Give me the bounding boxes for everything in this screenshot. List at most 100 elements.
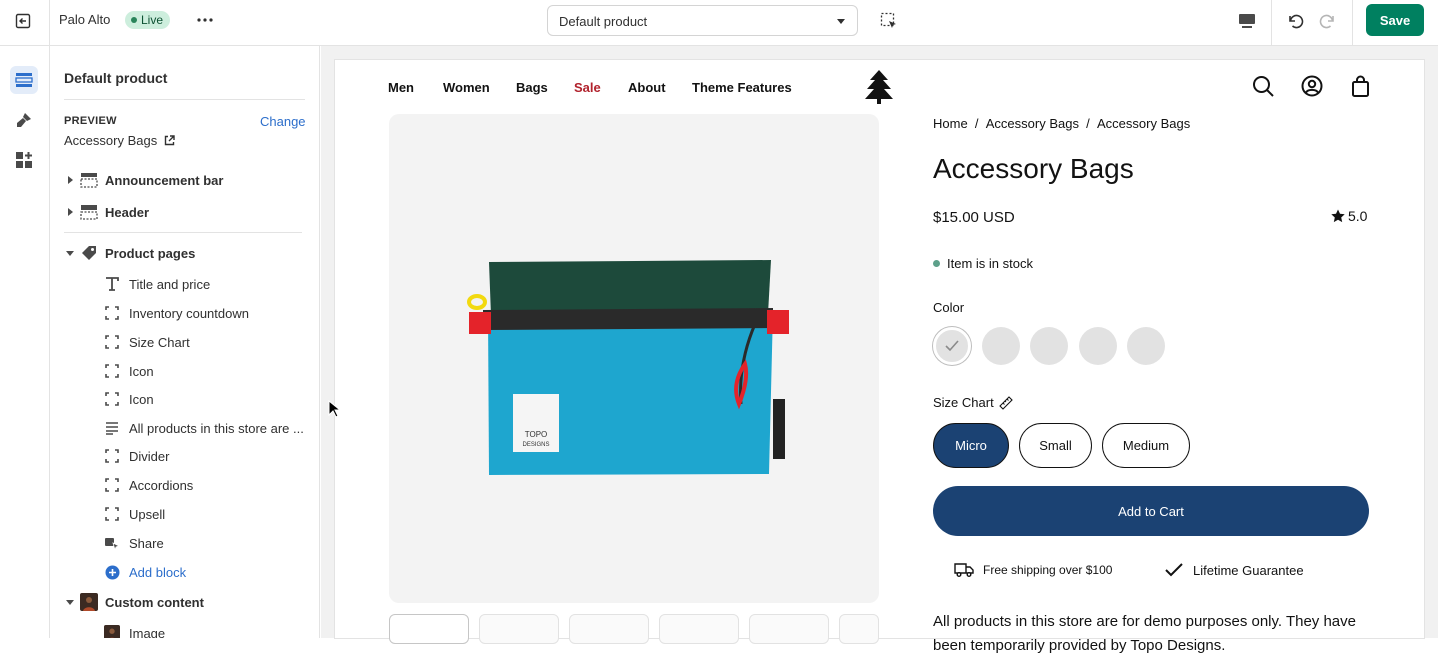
undo-icon[interactable]	[1283, 9, 1307, 33]
account-icon[interactable]	[1301, 75, 1323, 97]
editor-rail	[0, 46, 50, 638]
add-block-button[interactable]: Add block	[104, 560, 314, 584]
block-label: Accordions	[129, 477, 194, 493]
preview-label: PREVIEW	[64, 115, 117, 127]
stock-status: Item is in stock	[933, 256, 1033, 271]
section-label: Header	[105, 204, 150, 220]
block-inventory-countdown[interactable]: Inventory countdown	[104, 301, 314, 325]
section-custom-content[interactable]: Custom content	[64, 589, 204, 615]
size-option-medium[interactable]: Medium	[1102, 423, 1190, 468]
status-badge-label: Live	[141, 13, 164, 27]
block-label: Share	[129, 535, 164, 551]
block-label: Icon	[129, 391, 154, 407]
rating-value: 5.0	[1348, 208, 1368, 224]
search-icon[interactable]	[1252, 75, 1274, 97]
thumbnail[interactable]	[389, 614, 469, 644]
color-swatch[interactable]	[982, 327, 1020, 365]
block-icon	[104, 448, 120, 464]
color-label: Color	[933, 300, 965, 315]
app-blocks-icon[interactable]	[10, 146, 38, 174]
nav-sale[interactable]: Sale	[574, 80, 601, 95]
perk-label: Free shipping over $100	[983, 563, 1113, 577]
section-announcement-bar[interactable]: Announcement bar	[64, 167, 223, 193]
block-text[interactable]: All products in this store are ...	[104, 416, 314, 440]
block-size-chart[interactable]: Size Chart	[104, 330, 314, 354]
tree-logo-icon[interactable]	[864, 69, 894, 105]
preview-value-label: Accessory Bags	[64, 133, 158, 148]
text-icon	[104, 276, 120, 292]
color-swatch[interactable]	[1079, 327, 1117, 365]
plus-circle-icon	[104, 564, 120, 580]
product-rating: 5.0	[1331, 208, 1367, 224]
size-option-small[interactable]: Small	[1019, 423, 1092, 468]
theme-settings-icon[interactable]	[10, 106, 38, 134]
block-accordions[interactable]: Accordions	[104, 473, 314, 497]
mouse-cursor-icon	[328, 400, 340, 418]
cart-bag-icon[interactable]	[1350, 75, 1372, 97]
size-chart-label[interactable]: Size Chart	[933, 395, 1013, 410]
nav-theme-features[interactable]: Theme Features	[692, 80, 792, 95]
block-label: Divider	[129, 448, 170, 464]
product-title: Accessory Bags	[933, 153, 1134, 184]
more-actions-icon[interactable]	[193, 10, 217, 30]
thumbnail[interactable]	[569, 614, 649, 644]
inspector-icon[interactable]	[877, 9, 901, 33]
change-preview-link[interactable]: Change	[260, 114, 306, 129]
block-icon-1[interactable]: Icon	[104, 359, 314, 383]
template-select[interactable]: Default product	[547, 5, 858, 36]
thumbnail[interactable]	[749, 614, 829, 644]
nav-about[interactable]: About	[628, 80, 666, 95]
block-image[interactable]: Image	[104, 621, 314, 638]
save-button[interactable]: Save	[1366, 4, 1424, 36]
block-label: Size Chart	[129, 334, 190, 350]
panel-title: Default product	[64, 70, 168, 86]
thumbnail[interactable]	[659, 614, 739, 644]
thumbnail[interactable]	[479, 614, 559, 644]
block-label: All products in this store are ...	[129, 420, 304, 436]
add-to-cart-button[interactable]: Add to Cart	[933, 486, 1369, 536]
chevron-down-icon	[837, 19, 845, 24]
product-image[interactable]: TOPO DESIGNS	[389, 114, 879, 603]
status-badge: Live	[125, 11, 171, 29]
section-icon	[80, 171, 98, 189]
color-swatch[interactable]	[1127, 327, 1165, 365]
redo-icon[interactable]	[1316, 9, 1340, 33]
block-label: Icon	[129, 363, 154, 379]
block-upsell[interactable]: Upsell	[104, 502, 314, 526]
truck-icon	[954, 563, 974, 577]
block-icon-2[interactable]: Icon	[104, 387, 314, 411]
breadcrumb-collection[interactable]: Accessory Bags	[986, 116, 1079, 131]
section-header[interactable]: Header	[64, 199, 149, 225]
nav-men[interactable]: Men	[388, 80, 414, 95]
bag-label-text: TOPO	[525, 430, 548, 439]
block-title-and-price[interactable]: Title and price	[104, 272, 314, 296]
thumbnail[interactable]	[839, 614, 879, 644]
nav-bags[interactable]: Bags	[516, 80, 548, 95]
block-share[interactable]: Share	[104, 531, 314, 555]
exit-icon[interactable]	[12, 10, 34, 32]
template-select-value: Default product	[559, 14, 648, 29]
section-label: Announcement bar	[105, 172, 224, 188]
preview-value[interactable]: Accessory Bags	[64, 133, 175, 148]
color-swatch-selected[interactable]	[933, 327, 971, 365]
block-icon	[104, 334, 120, 350]
sections-icon[interactable]	[10, 66, 38, 94]
section-icon	[80, 203, 98, 221]
block-divider[interactable]: Divider	[104, 444, 314, 468]
color-swatch[interactable]	[1030, 327, 1068, 365]
perk-label: Lifetime Guarantee	[1193, 562, 1304, 578]
paragraph-icon	[104, 420, 120, 436]
add-block-label: Add block	[129, 564, 187, 580]
desktop-view-icon[interactable]	[1235, 9, 1259, 33]
star-icon	[1331, 209, 1345, 223]
image-thumb-icon	[104, 625, 120, 638]
section-product-pages[interactable]: Product pages	[64, 240, 195, 266]
section-label: Custom content	[105, 594, 204, 610]
size-chart-text: Size Chart	[933, 395, 994, 410]
sections-panel: Default product PREVIEW Change Accessory…	[50, 46, 320, 638]
breadcrumb-home[interactable]: Home	[933, 116, 968, 131]
nav-women[interactable]: Women	[443, 80, 490, 95]
section-label: Product pages	[105, 245, 196, 261]
size-option-micro[interactable]: Micro	[933, 423, 1009, 468]
stock-label: Item is in stock	[947, 256, 1033, 271]
